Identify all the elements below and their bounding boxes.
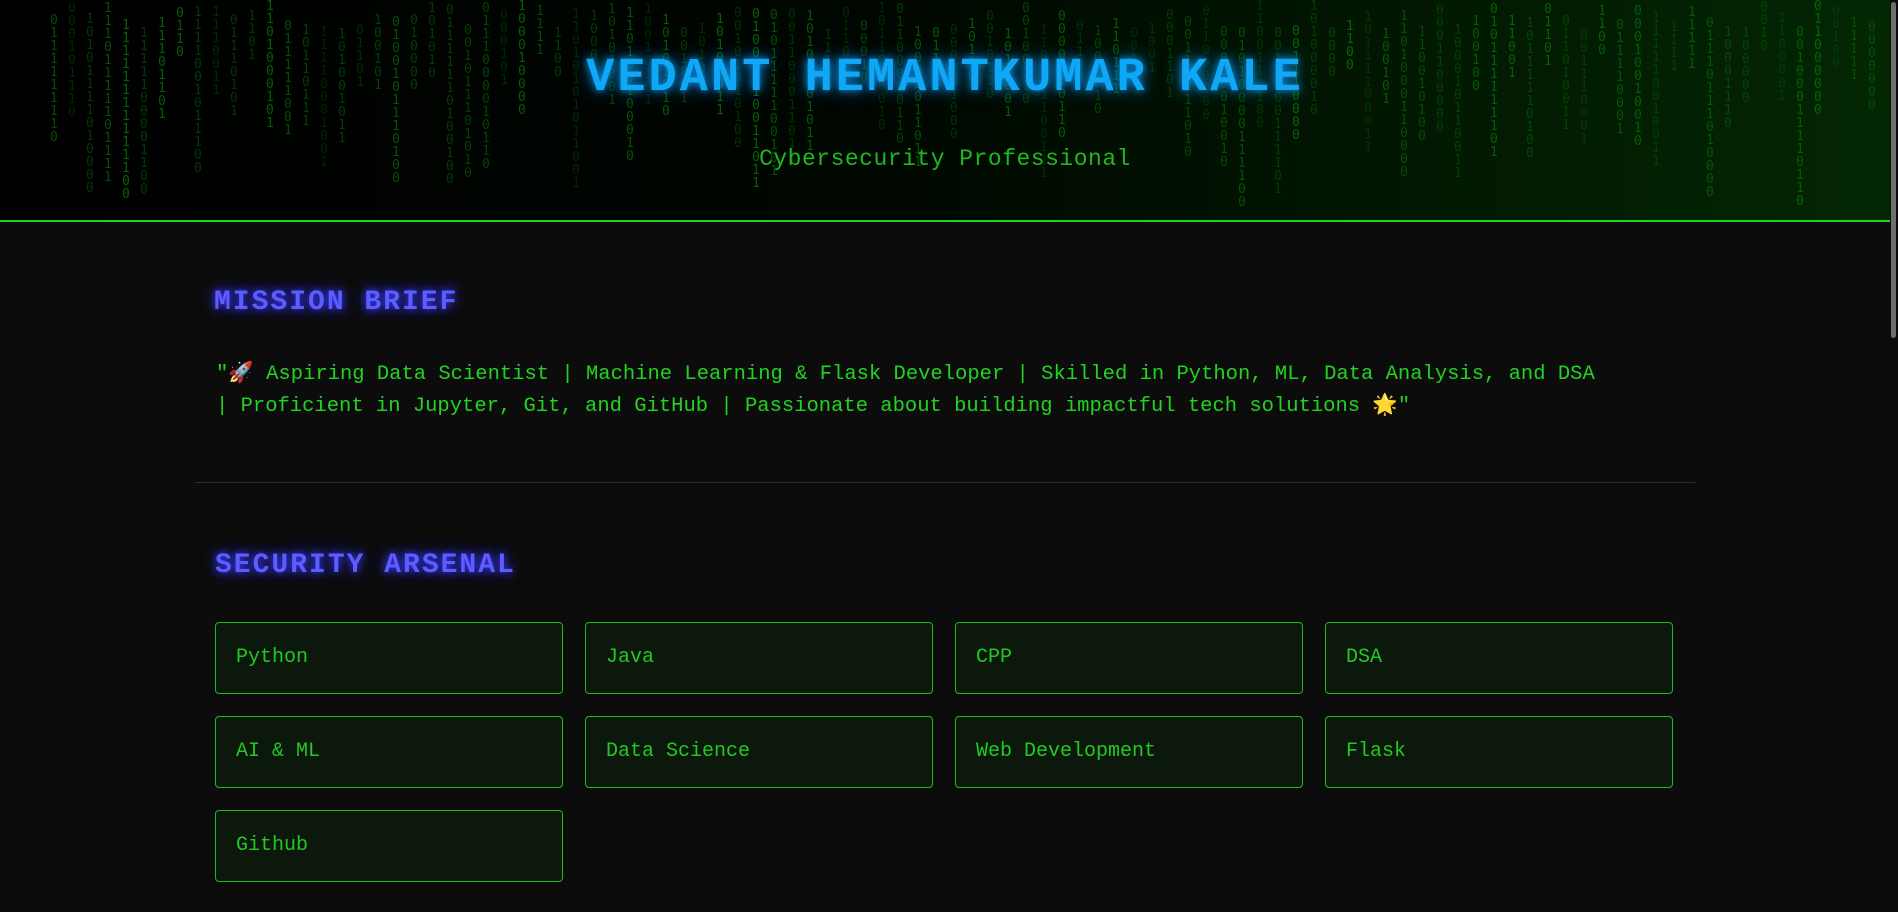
skill-label: Java: [606, 646, 655, 669]
page-subtitle: Cybersecurity Professional: [759, 146, 1131, 172]
skill-label: Web Development: [976, 740, 1157, 763]
skill-card[interactable]: Python: [215, 622, 563, 694]
skill-card[interactable]: Data Science: [585, 716, 933, 788]
skill-label: CPP: [976, 646, 1013, 669]
matrix-column: 1 1 1 1: [536, 4, 544, 58]
scrollbar-thumb[interactable]: [1891, 2, 1896, 338]
matrix-column: 1 1 0 0: [1598, 4, 1606, 58]
matrix-column: 1 1 1 1 1 1 1 1 1 1 1 1 0 0: [122, 18, 130, 202]
skill-label: AI & ML: [236, 740, 321, 763]
skill-card[interactable]: Github: [215, 810, 563, 882]
hero-header: 0 1 1 1 1 1 1 1 1 0 0 0 0 1 0 1 1 1 0 1 …: [0, 0, 1890, 222]
section-divider: [195, 482, 1695, 483]
skill-label: Python: [236, 646, 309, 669]
mission-statement: "🚀 Aspiring Data Scientist | Machine Lea…: [216, 363, 1595, 418]
page: 0 1 1 1 1 1 1 1 1 0 0 0 0 1 0 1 1 1 0 1 …: [0, 0, 1898, 912]
skill-card[interactable]: AI & ML: [215, 716, 563, 788]
skill-label: Data Science: [606, 740, 751, 763]
skill-label: DSA: [1346, 646, 1383, 669]
skill-card[interactable]: Flask: [1325, 716, 1673, 788]
page-title: VEDANT HEMANTKUMAR KALE: [586, 52, 1304, 105]
skill-card[interactable]: CPP: [955, 622, 1303, 694]
section-heading-mission: MISSION BRIEF: [214, 287, 459, 318]
matrix-column: 0 0 1 0: [1760, 0, 1768, 54]
skill-card[interactable]: Java: [585, 622, 933, 694]
skill-card[interactable]: Web Development: [955, 716, 1303, 788]
vertical-scrollbar[interactable]: [1890, 0, 1898, 912]
section-heading-arsenal: SECURITY ARSENAL: [215, 550, 516, 581]
skill-card[interactable]: DSA: [1325, 622, 1673, 694]
skill-label: Flask: [1346, 740, 1407, 763]
matrix-rain-background: 0 1 1 1 1 1 1 1 1 0 0 0 0 1 0 1 1 1 0 1 …: [0, 0, 1890, 220]
skill-label: Github: [236, 834, 309, 857]
